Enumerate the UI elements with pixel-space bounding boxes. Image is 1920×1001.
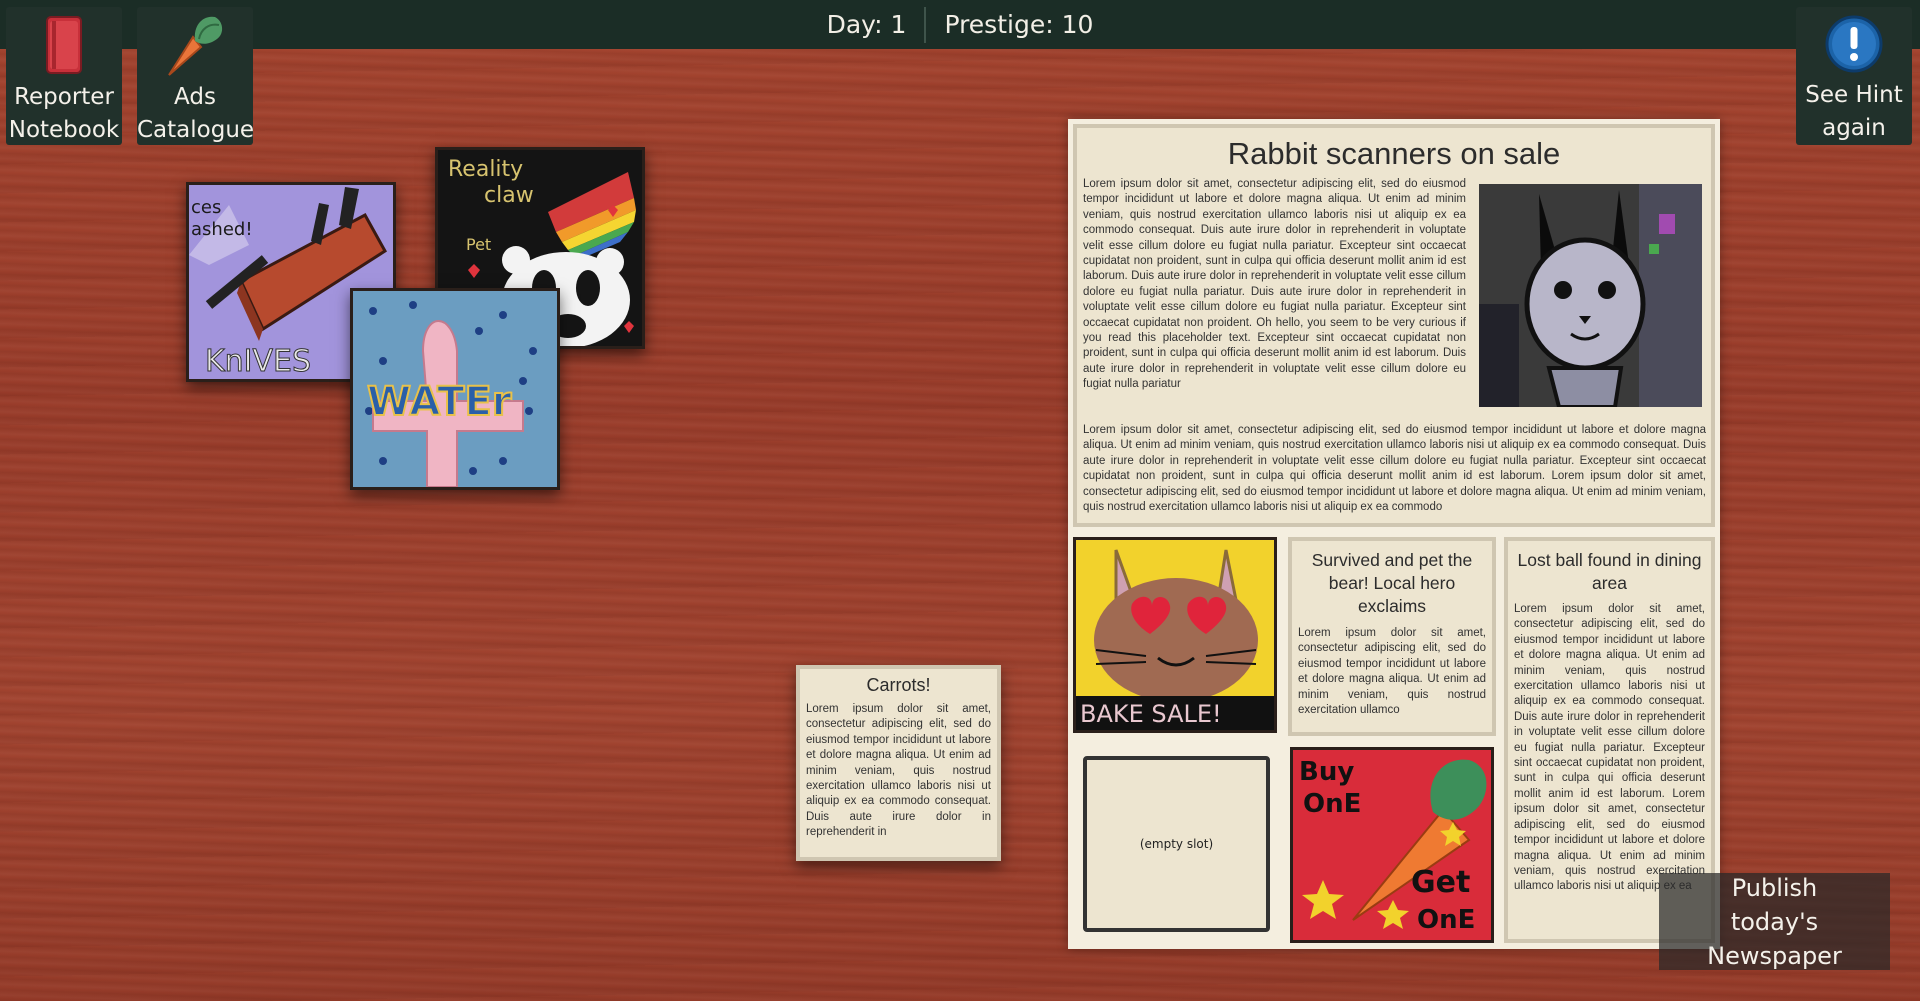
see-hint-label-2: again bbox=[1822, 115, 1886, 141]
knives-top-text-1: ces bbox=[191, 197, 221, 218]
main-article-body-top: Lorem ipsum dolor sit amet, consectetur … bbox=[1083, 178, 1466, 391]
get-one-text-1: Get bbox=[1411, 865, 1470, 900]
lost-ball-article-headline: Lost ball found in dining area bbox=[1517, 550, 1702, 593]
publish-newspaper-label: Publish today's Newspaper bbox=[1707, 873, 1842, 970]
get-one-text-2: OnE bbox=[1417, 905, 1475, 935]
notebook-icon bbox=[46, 16, 82, 74]
main-article-slot[interactable]: Rabbit scanners on sale Lorem ipsum dolo… bbox=[1073, 124, 1715, 527]
bake-sale-text: BAKE SALE! bbox=[1080, 700, 1222, 728]
status-bar: Day: 1 Prestige: 10 bbox=[0, 0, 1920, 49]
water-photo-card[interactable]: WATEr bbox=[350, 288, 560, 490]
carrots-story-body: Lorem ipsum dolor sit amet, consectetur … bbox=[806, 703, 991, 838]
ads-catalogue-button[interactable]: Ads Catalogue bbox=[137, 7, 255, 145]
reporter-notebook-label-2: Notebook bbox=[8, 117, 120, 143]
empty-slot-label: (empty slot) bbox=[1139, 837, 1214, 851]
empty-ad-slot[interactable]: (empty slot) bbox=[1083, 756, 1270, 932]
see-hint-button[interactable]: See Hint again bbox=[1796, 7, 1912, 145]
buy-one-get-one-ad-slot[interactable]: Buy OnE Get OnE bbox=[1290, 747, 1494, 943]
reality-claw-text-2: claw bbox=[484, 183, 534, 208]
knives-text: KnIVES bbox=[205, 344, 311, 379]
main-article-body-bottom: Lorem ipsum dolor sit amet, consectetur … bbox=[1083, 424, 1706, 514]
buy-one-text-2: OnE bbox=[1303, 789, 1361, 819]
ads-catalogue-label-2: Catalogue bbox=[137, 117, 255, 143]
carrots-story-headline: Carrots! bbox=[866, 675, 931, 695]
reality-claw-text-1: Reality bbox=[448, 157, 523, 182]
reporter-notebook-button[interactable]: Reporter Notebook bbox=[6, 7, 122, 145]
prestige-counter: Prestige: 10 bbox=[944, 10, 1094, 39]
carrot-icon bbox=[168, 16, 223, 76]
bear-article-body: Lorem ipsum dolor sit amet, consectetur … bbox=[1298, 627, 1486, 717]
bear-article-headline: Survived and pet the bear! Local hero ex… bbox=[1311, 550, 1473, 616]
main-article-headline: Rabbit scanners on sale bbox=[1227, 136, 1561, 171]
bear-article-slot[interactable]: Survived and pet the bear! Local hero ex… bbox=[1288, 537, 1496, 736]
pet-text: Pet bbox=[466, 235, 491, 254]
knives-top-text-2: ashed! bbox=[191, 219, 253, 240]
water-text: WATEr bbox=[367, 379, 512, 425]
bake-sale-ad-slot[interactable]: BAKE SALE! bbox=[1073, 537, 1277, 733]
reporter-notebook-label-1: Reporter bbox=[14, 84, 114, 110]
newspaper: Rabbit scanners on sale Lorem ipsum dolo… bbox=[1068, 119, 1720, 949]
carrots-story-card[interactable]: Carrots! Lorem ipsum dolor sit amet, con… bbox=[796, 665, 1001, 861]
hint-icon bbox=[1825, 15, 1883, 73]
publish-newspaper-button[interactable]: Publish today's Newspaper bbox=[1659, 873, 1890, 970]
day-counter: Day: 1 bbox=[826, 10, 907, 39]
see-hint-label-1: See Hint bbox=[1805, 82, 1903, 108]
rabbit-scanner-image bbox=[1479, 184, 1702, 407]
buy-one-text-1: Buy bbox=[1299, 757, 1354, 787]
ads-catalogue-label-1: Ads bbox=[174, 84, 216, 110]
